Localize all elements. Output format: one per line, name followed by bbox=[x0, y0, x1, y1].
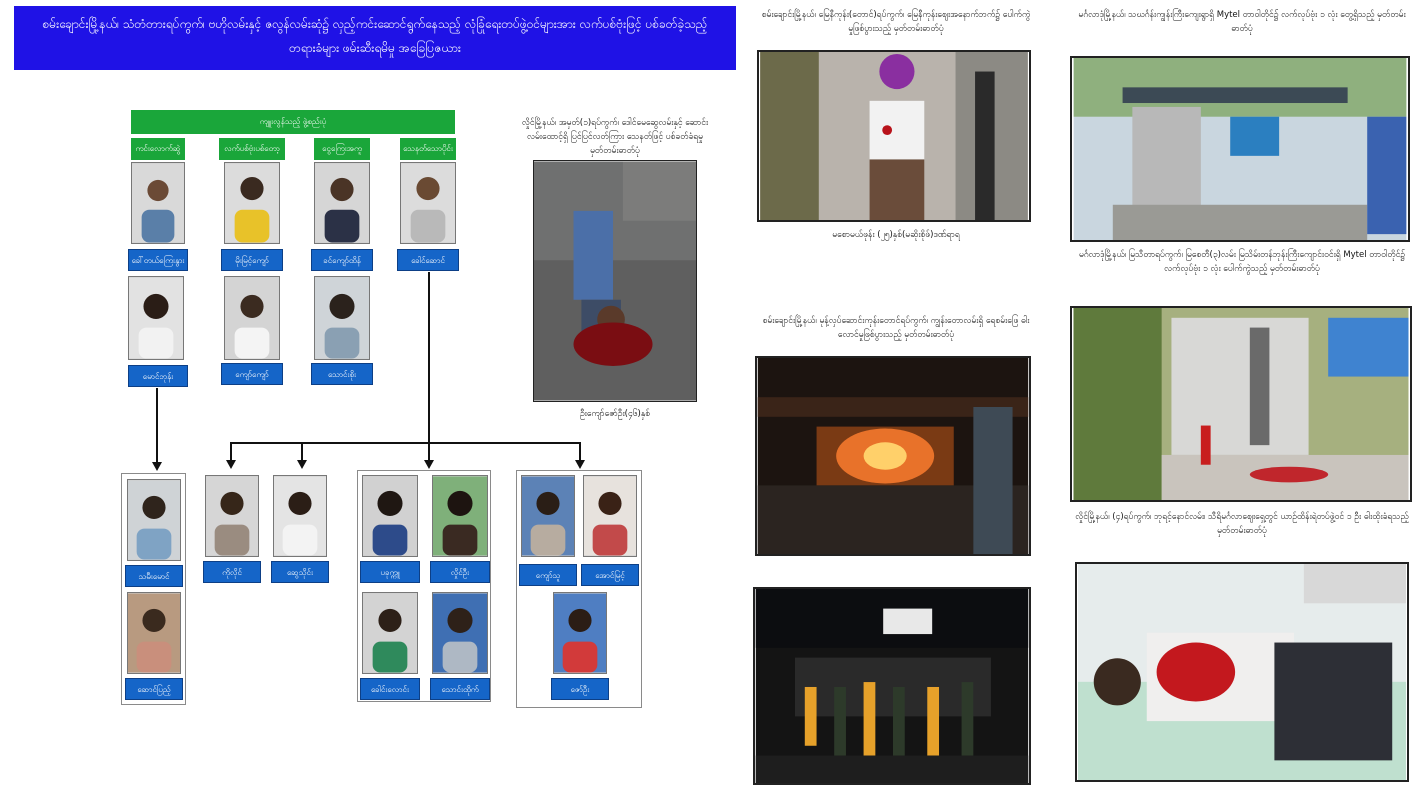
arrested-label: ဆွေသိုင်း bbox=[271, 561, 329, 583]
column-tab: ကင်းလောက်ဆွဲ bbox=[131, 138, 185, 160]
panel-caption: မင်္ဂလာဒုံမြို့နယ်၊ သဃင်္ဂန်းကျွန်းကြီးက… bbox=[1078, 10, 1406, 34]
suspect-label: သောင်းစိုး bbox=[311, 363, 373, 385]
arrested-photo bbox=[583, 475, 637, 557]
column-tab: ငွေကြေးအကူ bbox=[314, 138, 370, 160]
suspect-label: မိုးမြင့်ကျော် bbox=[221, 249, 283, 271]
arrested-label: သောင်းထိုက် bbox=[430, 678, 490, 700]
suspect-photo bbox=[128, 276, 184, 360]
suspect-label: ခေါင်ဆောင် bbox=[397, 249, 459, 271]
scene-photo bbox=[1070, 56, 1410, 242]
scene-photo bbox=[757, 50, 1031, 222]
scene-photo bbox=[753, 587, 1031, 785]
connector-line bbox=[230, 442, 232, 462]
arrested-photo bbox=[273, 475, 327, 557]
panel-caption: စမ်းချောင်းမြို့နယ်၊ မုန့်လှပ်ဆောင်းကုန်… bbox=[762, 316, 1030, 340]
scene-photo bbox=[1075, 562, 1409, 782]
arrested-label: ကျော်သူ bbox=[519, 564, 577, 586]
arrested-label: ဇော်ဦး bbox=[551, 678, 609, 700]
scene-photo bbox=[755, 356, 1031, 556]
connector-line bbox=[301, 442, 303, 462]
arrested-label: ကိုလိုင် bbox=[203, 561, 261, 583]
arrested-label: ခေါင်းလောင်း bbox=[360, 678, 420, 700]
panel-caption: မင်္ဂလာဒုံမြို့နယ်၊ မြသီတာရပ်ကွက်၊ မြစေတ… bbox=[1078, 250, 1406, 274]
title-banner: စမ်းချောင်းမြို့နယ်၊ သံတံတားရပ်ကွက်၊ ဗဟိ… bbox=[14, 6, 736, 70]
connector-line bbox=[230, 442, 580, 444]
suspect-photo bbox=[224, 162, 280, 244]
suspect-photo bbox=[400, 162, 456, 244]
arrow-down-icon bbox=[575, 460, 585, 469]
suspect-label: မောင်ဘုန်း bbox=[128, 365, 188, 387]
suspect-photo bbox=[314, 276, 370, 360]
suspect-label: ခင်ကျော်ထိန် bbox=[311, 249, 373, 271]
suspect-photo bbox=[131, 162, 185, 244]
panel-subcaption: မစောမယ်ဖုန်း (၂၅)နှစ်(မဆိုးစိုဖ်)ဒဏ်ရာရ bbox=[832, 230, 960, 240]
scene-photo bbox=[1070, 306, 1412, 502]
arrested-label: ဆောင်ပြည့် bbox=[125, 678, 183, 700]
arrow-down-icon bbox=[152, 462, 162, 471]
victim-name-caption: ဦးကျော်ဇော်ဦး(၄၆)နှစ် bbox=[579, 409, 651, 419]
suspect-label: ခေါ်တယ်ကြေးနွား bbox=[128, 249, 188, 271]
suspect-photo bbox=[224, 276, 280, 360]
victim-caption: လှိုင်မြို့နယ်၊ အမှတ်(၁)ရပ်ကွက်၊ ဒေါင်မေ… bbox=[521, 118, 709, 156]
arrested-photo bbox=[362, 475, 418, 557]
arrested-photo bbox=[127, 479, 181, 561]
arrow-down-icon bbox=[226, 460, 236, 469]
column-tab: သေနတ်သောပိုင်း bbox=[400, 138, 456, 160]
suspect-label: ကျော်ကျော် bbox=[221, 363, 283, 385]
arrow-down-icon bbox=[297, 460, 307, 469]
victim-photo bbox=[533, 160, 697, 402]
arrested-label: ပခုက္ကူ bbox=[360, 561, 420, 583]
connector-line bbox=[579, 442, 581, 462]
connector-line bbox=[428, 272, 430, 462]
arrested-photo bbox=[432, 475, 488, 557]
arrested-photo bbox=[127, 592, 181, 674]
page-title: စမ်းချောင်းမြို့နယ်၊ သံတံတားရပ်ကွက်၊ ဗဟိ… bbox=[42, 17, 708, 55]
panel-caption: စမ်းချောင်းမြို့နယ်၊ မြေနီကုန်း(တောင်)ရပ… bbox=[761, 10, 1031, 34]
arrested-photo bbox=[205, 475, 259, 557]
arrested-photo bbox=[362, 592, 418, 674]
arrested-photo bbox=[432, 592, 488, 674]
arrested-label: အောင်မြင့် bbox=[581, 564, 639, 586]
arrested-photo bbox=[521, 475, 575, 557]
arrested-photo bbox=[553, 592, 607, 674]
arrested-label: သမီးမောင် bbox=[125, 565, 183, 587]
connector-line bbox=[156, 388, 158, 464]
panel-caption: လှိုင်မြို့နယ်၊ (၄)ရပ်ကွက်၊ ဘုရင့်နောင်လ… bbox=[1075, 512, 1409, 536]
arrested-label: လှိုင်ဦး bbox=[430, 561, 490, 583]
suspect-photo bbox=[314, 162, 370, 244]
column-tab: လက်ပစ်ဗုံးပစ်တော့ bbox=[219, 138, 285, 160]
org-chart-header: ကျူးလွန်သည့် ဖွဲ့စည်းပုံ bbox=[131, 110, 455, 134]
arrow-down-icon bbox=[424, 460, 434, 469]
